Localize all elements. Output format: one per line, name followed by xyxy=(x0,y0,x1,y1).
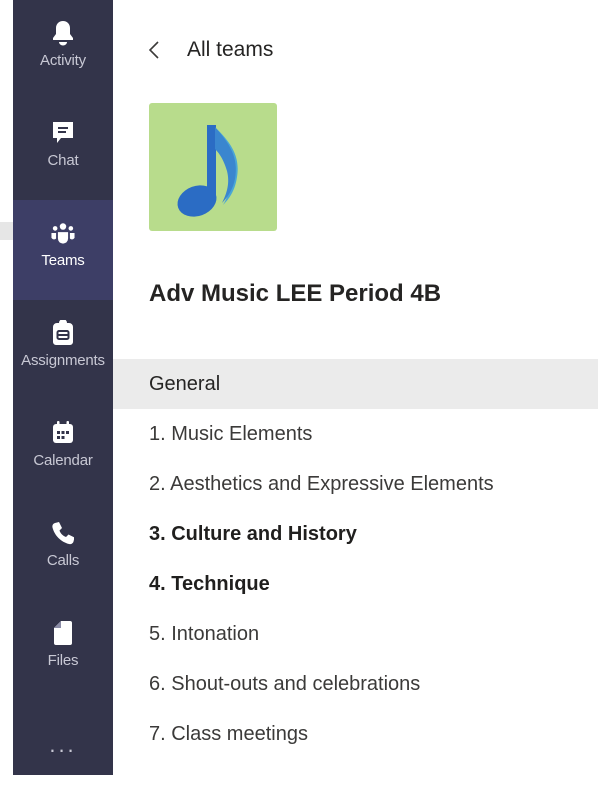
channel-item-shout-outs[interactable]: 6. Shout-outs and celebrations xyxy=(113,659,598,709)
channel-item-class-meetings[interactable]: 7. Class meetings xyxy=(113,709,598,759)
teams-app: Activity Chat Teams Assignments Calendar xyxy=(0,0,598,803)
assignments-icon xyxy=(51,320,75,346)
back-to-all-teams[interactable]: All teams xyxy=(149,38,273,62)
more-apps-button[interactable]: ... xyxy=(13,732,113,758)
channel-item-technique[interactable]: 4. Technique xyxy=(113,559,598,609)
calendar-icon xyxy=(51,420,75,446)
rail-item-chat[interactable]: Chat xyxy=(13,100,113,200)
channel-list: General 1. Music Elements 2. Aesthetics … xyxy=(113,359,598,759)
rail-label: Teams xyxy=(41,252,85,269)
channel-item-culture-history[interactable]: 3. Culture and History xyxy=(113,509,598,559)
file-icon xyxy=(51,620,75,646)
team-name: Adv Music LEE Period 4B xyxy=(149,280,442,307)
back-label: All teams xyxy=(187,38,274,61)
app-rail: Activity Chat Teams Assignments Calendar xyxy=(13,0,113,775)
rail-label: Assignments xyxy=(21,352,105,369)
rail-item-files[interactable]: Files xyxy=(13,600,113,700)
rail-item-calls[interactable]: Calls xyxy=(13,500,113,600)
active-indicator xyxy=(0,222,13,240)
channel-item-intonation[interactable]: 5. Intonation xyxy=(113,609,598,659)
team-panel: All teams Adv Music LEE Period 4B Genera… xyxy=(113,0,598,803)
rail-label: Calls xyxy=(46,552,80,569)
rail-item-calendar[interactable]: Calendar xyxy=(13,400,113,500)
rail-label: Activity xyxy=(40,52,86,69)
rail-item-assignments[interactable]: Assignments xyxy=(13,300,113,400)
chat-icon xyxy=(51,120,75,146)
rail-label: Calendar xyxy=(33,452,93,469)
rail-label: Files xyxy=(47,652,79,669)
channel-item-music-elements[interactable]: 1. Music Elements xyxy=(113,409,598,459)
teams-icon xyxy=(51,220,75,246)
rail-item-activity[interactable]: Activity xyxy=(13,0,113,100)
rail-item-teams[interactable]: Teams xyxy=(13,200,113,300)
music-note-icon xyxy=(177,125,238,217)
bell-icon xyxy=(51,20,75,46)
channel-item-general[interactable]: General xyxy=(113,359,598,409)
phone-icon xyxy=(51,520,75,546)
channel-item-aesthetics[interactable]: 2. Aesthetics and Expressive Elements xyxy=(113,459,598,509)
chevron-left-icon xyxy=(149,39,163,61)
team-logo xyxy=(149,103,277,231)
left-gutter xyxy=(0,0,13,803)
rail-label: Chat xyxy=(47,152,79,169)
